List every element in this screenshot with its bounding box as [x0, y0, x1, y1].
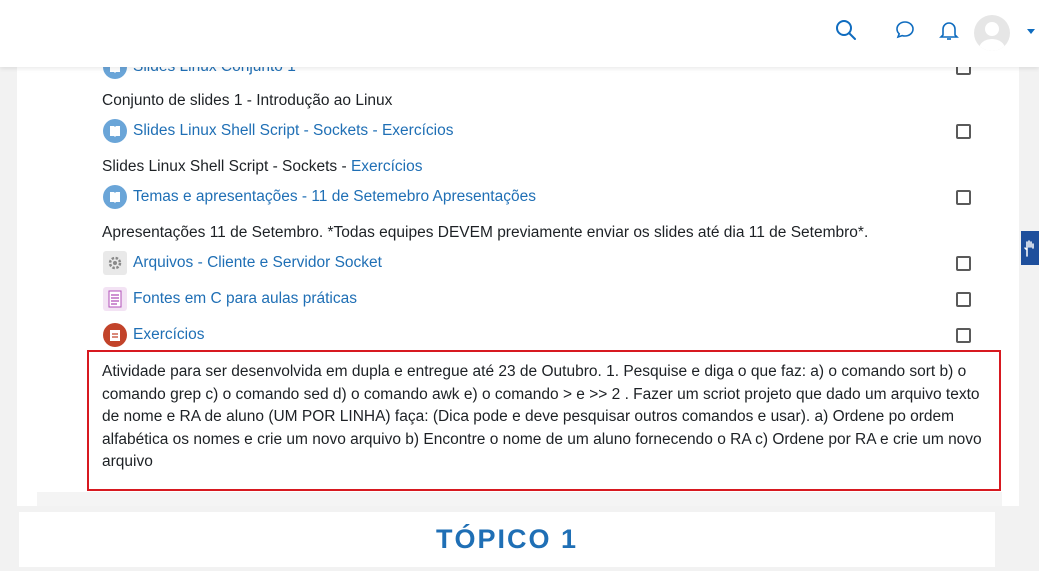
completion-checkbox[interactable] [956, 256, 971, 271]
activity-link[interactable]: Slides Linux Shell Script - Sockets - Ex… [133, 122, 453, 140]
activity-link[interactable]: Fontes em C para aulas práticas [133, 290, 357, 308]
completion-checkbox[interactable] [956, 124, 971, 139]
top-navbar [0, 0, 1039, 67]
pdf-icon [103, 323, 127, 347]
completion-checkbox[interactable] [956, 328, 971, 343]
activity-description: Slides Linux Shell Script - Sockets - Ex… [102, 158, 422, 176]
accessibility-tab[interactable] [1021, 231, 1039, 265]
chevron-down-icon[interactable] [1027, 29, 1035, 34]
activity-slides-shell-script[interactable]: Slides Linux Shell Script - Sockets - Ex… [103, 119, 453, 143]
chat-bubble-icon[interactable] [893, 18, 917, 42]
description-link[interactable]: Exercícios [351, 158, 423, 175]
section-title[interactable]: TÓPICO 1 [436, 524, 578, 555]
activity-link[interactable]: Exercícios [133, 326, 205, 344]
completion-checkbox[interactable] [956, 292, 971, 307]
book-icon [103, 185, 127, 209]
section-divider [37, 492, 1002, 506]
activity-arquivos-socket[interactable]: Arquivos - Cliente e Servidor Socket [103, 251, 382, 275]
activity-link[interactable]: Arquivos - Cliente e Servidor Socket [133, 254, 382, 272]
gear-file-icon [103, 251, 127, 275]
activity-fontes-c[interactable]: Fontes em C para aulas práticas [103, 287, 357, 311]
activity-description: Conjunto de slides 1 - Introdução ao Lin… [102, 92, 393, 109]
description-text: Slides Linux Shell Script - Sockets - [102, 158, 351, 175]
user-avatar[interactable] [974, 15, 1010, 51]
text-file-icon [103, 287, 127, 311]
book-icon [103, 119, 127, 143]
search-icon[interactable] [834, 18, 858, 42]
completion-checkbox[interactable] [956, 190, 971, 205]
section-header: TÓPICO 1 [17, 506, 1019, 571]
bell-icon[interactable] [937, 18, 961, 42]
highlighted-activity-description: Atividade para ser desenvolvida em dupla… [87, 350, 1001, 491]
activity-description: Apresentações 11 de Setembro. *Todas equ… [102, 224, 869, 241]
section-title-container: TÓPICO 1 [19, 512, 995, 567]
activity-exercicios[interactable]: Exercícios [103, 323, 205, 347]
activity-temas-apresentacoes[interactable]: Temas e apresentações - 11 de Setemebro … [103, 185, 536, 209]
activity-link[interactable]: Temas e apresentações - 11 de Setemebro … [133, 188, 536, 206]
hand-icon [1024, 240, 1034, 257]
assignment-text: Atividade para ser desenvolvida em dupla… [102, 363, 982, 470]
